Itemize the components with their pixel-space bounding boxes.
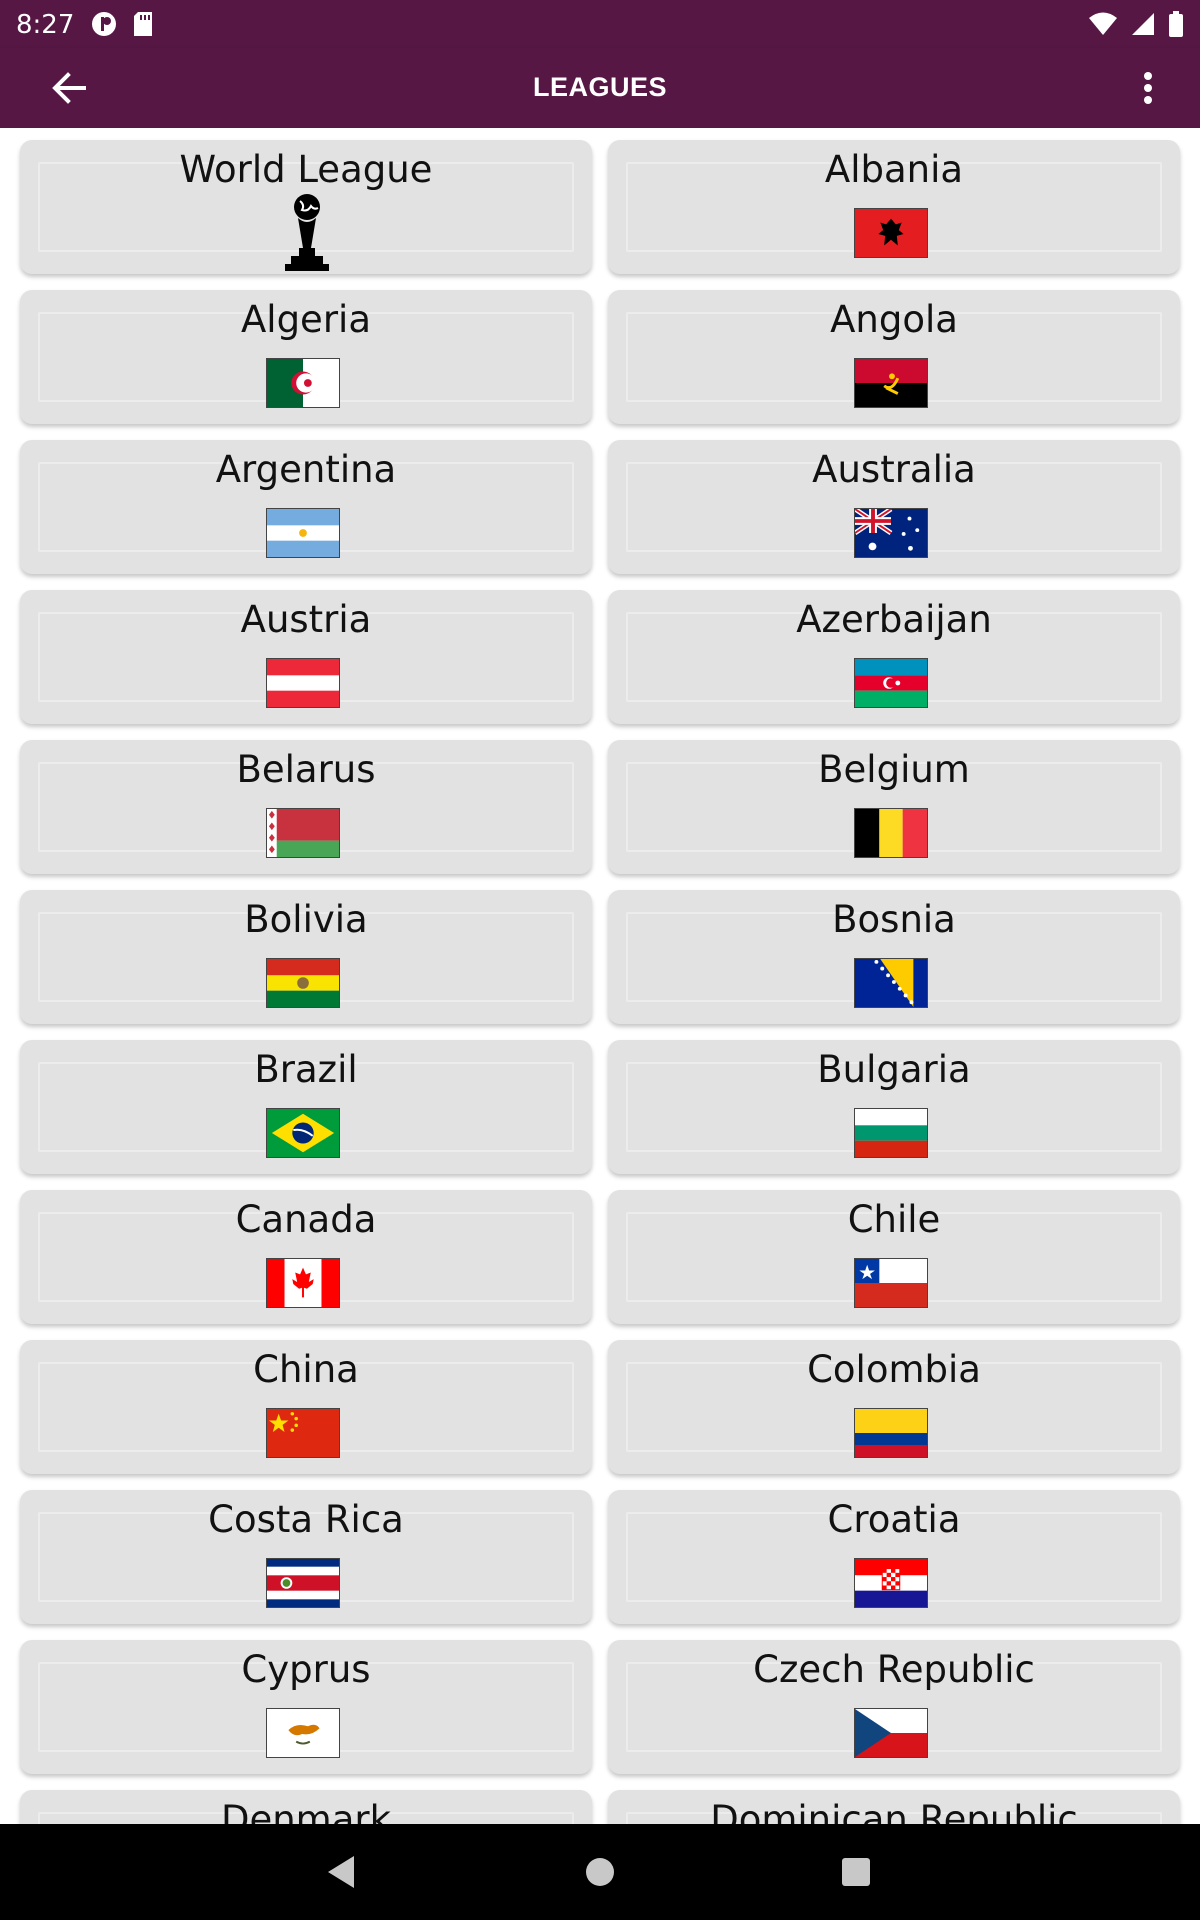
bulgaria-flag-icon <box>854 1108 928 1158</box>
nav-home-button[interactable] <box>586 1858 614 1886</box>
sd-card-icon <box>132 10 154 43</box>
league-name: Austria <box>240 598 372 641</box>
league-name: Dominican Republic <box>710 1798 1078 1824</box>
league-name: Denmark <box>220 1798 392 1824</box>
system-nav-bar <box>0 1824 1200 1920</box>
league-name: Chile <box>847 1198 941 1241</box>
belarus-flag-icon <box>266 808 340 858</box>
league-card-belarus[interactable]: Belarus <box>20 740 592 874</box>
status-time: 8:27 <box>16 10 75 40</box>
azerbaijan-flag-icon <box>854 658 928 708</box>
croatia-flag-icon <box>854 1558 928 1608</box>
league-card-azerbaijan[interactable]: Azerbaijan <box>608 590 1180 724</box>
league-card-chile[interactable]: Chile <box>608 1190 1180 1324</box>
league-card-czech-republic[interactable]: Czech Republic <box>608 1640 1180 1774</box>
argentina-flag-icon <box>266 508 340 558</box>
league-name: Algeria <box>240 298 371 341</box>
nav-back-button[interactable] <box>326 1854 356 1895</box>
league-name: Azerbaijan <box>796 598 992 641</box>
league-card-australia[interactable]: Australia <box>608 440 1180 574</box>
league-list[interactable]: World League Albania Algeria Angola Arge… <box>0 128 1200 1824</box>
league-name: China <box>253 1348 359 1391</box>
league-name: Belgium <box>818 748 970 791</box>
league-card-angola[interactable]: Angola <box>608 290 1180 424</box>
league-card-argentina[interactable]: Argentina <box>20 440 592 574</box>
league-card-croatia[interactable]: Croatia <box>608 1490 1180 1624</box>
league-card-brazil[interactable]: Brazil <box>20 1040 592 1174</box>
league-name: Bosnia <box>832 898 956 941</box>
league-card-canada[interactable]: Canada <box>20 1190 592 1324</box>
notification-icon <box>90 10 118 43</box>
signal-icon <box>1130 11 1156 42</box>
more-vert-icon <box>1144 72 1152 104</box>
league-card-bulgaria[interactable]: Bulgaria <box>608 1040 1180 1174</box>
wifi-icon <box>1088 11 1118 42</box>
league-name: Bolivia <box>244 898 368 941</box>
cyprus-flag-icon <box>266 1708 340 1758</box>
league-card-cyprus[interactable]: Cyprus <box>20 1640 592 1774</box>
brazil-flag-icon <box>266 1108 340 1158</box>
league-card-costa-rica[interactable]: Costa Rica <box>20 1490 592 1624</box>
league-name: Colombia <box>807 1348 981 1391</box>
albania-flag-icon <box>854 208 928 258</box>
league-card-china[interactable]: China <box>20 1340 592 1474</box>
league-name: Brazil <box>254 1048 358 1091</box>
league-card-austria[interactable]: Austria <box>20 590 592 724</box>
league-card-bosnia[interactable]: Bosnia <box>608 890 1180 1024</box>
canada-flag-icon <box>266 1258 340 1308</box>
czech-republic-flag-icon <box>854 1708 928 1758</box>
bolivia-flag-icon <box>266 958 340 1008</box>
league-name: Australia <box>812 448 976 491</box>
league-name: Costa Rica <box>208 1498 404 1541</box>
league-card-bolivia[interactable]: Bolivia <box>20 890 592 1024</box>
austria-flag-icon <box>266 658 340 708</box>
nav-recents-button[interactable] <box>842 1858 870 1886</box>
league-name: Belarus <box>236 748 376 791</box>
nav-back-icon <box>328 1856 354 1888</box>
australia-flag-icon <box>854 508 928 558</box>
algeria-flag-icon <box>266 358 340 408</box>
league-name: Czech Republic <box>753 1648 1035 1691</box>
league-name: Angola <box>830 298 958 341</box>
costa-rica-flag-icon <box>266 1558 340 1608</box>
league-name: Argentina <box>215 448 397 491</box>
league-card-denmark[interactable]: Denmark <box>20 1790 592 1824</box>
league-card-world-league[interactable]: World League <box>20 140 592 274</box>
league-card-colombia[interactable]: Colombia <box>608 1340 1180 1474</box>
league-name: Croatia <box>827 1498 961 1541</box>
league-name: Canada <box>235 1198 377 1241</box>
league-card-albania[interactable]: Albania <box>608 140 1180 274</box>
league-name: Cyprus <box>241 1648 371 1691</box>
colombia-flag-icon <box>854 1408 928 1458</box>
china-flag-icon <box>266 1408 340 1458</box>
status-bar: 8:27 <box>0 0 1200 48</box>
league-name: World League <box>179 148 433 191</box>
battery-icon <box>1168 10 1184 43</box>
chile-flag-icon <box>854 1258 928 1308</box>
league-card-algeria[interactable]: Algeria <box>20 290 592 424</box>
page-title: LEAGUES <box>532 72 668 102</box>
bosnia-flag-icon <box>854 958 928 1008</box>
angola-flag-icon <box>854 358 928 408</box>
belgium-flag-icon <box>854 808 928 858</box>
league-name: Bulgaria <box>817 1048 971 1091</box>
league-card-belgium[interactable]: Belgium <box>608 740 1180 874</box>
app-bar: LEAGUES <box>0 48 1200 128</box>
league-name: Albania <box>824 148 964 191</box>
world-trophy-icon <box>280 192 334 272</box>
league-card-dominican-republic[interactable]: Dominican Republic <box>608 1790 1180 1824</box>
overflow-menu-button[interactable] <box>1136 68 1160 108</box>
